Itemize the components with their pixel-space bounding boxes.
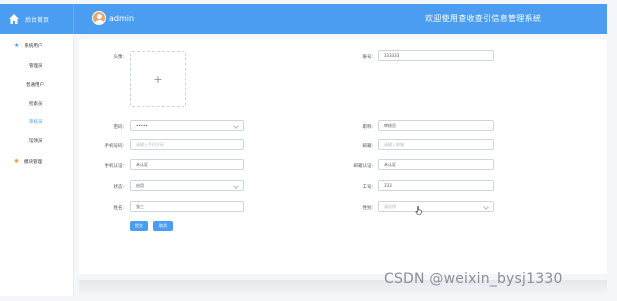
sidebar-group-system-users[interactable]: ★ 系统用户 <box>14 42 42 49</box>
home-icon <box>9 14 19 24</box>
email-input[interactable]: 请输入邮箱 <box>378 139 494 150</box>
name-label: 姓名: <box>113 206 124 211</box>
account-label: 账号: <box>362 55 373 60</box>
sidebar-group-label: 系统用户 <box>24 43 43 49</box>
workno-label: 工号: <box>362 185 373 190</box>
role-input[interactable]: 审核员 <box>378 120 494 131</box>
gender-select[interactable]: 请选择 <box>378 201 494 212</box>
avatar-label: 头像: <box>113 55 124 60</box>
phone-input[interactable]: 请输入手机号码 <box>130 139 244 150</box>
email-verify-label: 邮箱认证: <box>353 164 373 169</box>
sidebar-item-normal-user[interactable]: 普通用户 <box>26 82 44 88</box>
hand-cursor-icon <box>415 206 422 215</box>
sidebar-group-modules[interactable]: ✹ 模块管理 <box>14 158 42 165</box>
phone-verify-label: 手机认证: <box>104 164 124 169</box>
watermark: CSDN @weixin_bysj1330 <box>384 271 563 287</box>
sidebar-item-searcher[interactable]: 检索员 <box>29 101 43 107</box>
email-verify-input[interactable]: 未认证 <box>378 159 494 170</box>
name-input[interactable]: 张三 <box>130 201 244 212</box>
email-label: 邮箱: <box>362 144 373 149</box>
username: admin <box>109 13 135 23</box>
sidebar-item-label: 普通用户 <box>26 83 44 88</box>
user-menu[interactable]: admin <box>92 11 134 25</box>
avatar-uploader[interactable]: + <box>130 51 186 107</box>
status-select[interactable]: 启用 <box>130 180 244 191</box>
sidebar-item-admin[interactable]: 管理员 <box>29 63 43 69</box>
star-icon: ★ <box>14 42 20 49</box>
sidebar-item-reviewer[interactable]: 审核员 <box>29 119 43 125</box>
phone-verify-input[interactable]: 未认证 <box>130 159 244 170</box>
account-input[interactable]: 333333 <box>378 50 494 61</box>
gender-label: 性别: <box>362 206 373 211</box>
password-label: 密码: <box>113 125 124 130</box>
plus-icon: + <box>153 72 163 86</box>
avatar <box>92 11 106 25</box>
sidebar: ★ 系统用户 管理员 普通用户 检索员 审核员 馆领员 ✹ 模块管理 <box>0 34 74 296</box>
submit-button[interactable]: 提交 <box>130 221 148 231</box>
system-title: 欢迎使用查收查引信息管理系统 <box>425 14 542 23</box>
app-window: 后台首页 admin 欢迎使用查收查引信息管理系统 ★ 系统用户 管理员 普通用… <box>0 0 617 301</box>
home-link[interactable]: 后台首页 <box>0 4 74 34</box>
workno-input[interactable]: 333 <box>378 180 494 191</box>
home-label: 后台首页 <box>25 16 50 24</box>
sidebar-group-label: 模块管理 <box>24 159 43 165</box>
cancel-button[interactable]: 取消 <box>153 221 173 231</box>
role-label: 职称: <box>362 125 373 130</box>
status-label: 状态: <box>113 185 124 190</box>
top-header: 后台首页 admin 欢迎使用查收查引信息管理系统 <box>0 4 607 34</box>
sidebar-item-library-staff[interactable]: 馆领员 <box>29 138 43 144</box>
sidebar-item-label: 馆领员 <box>29 139 43 144</box>
sidebar-item-label: 审核员 <box>29 120 43 125</box>
phone-label: 手机号码: <box>104 144 124 149</box>
sidebar-item-label: 检索员 <box>29 102 43 107</box>
gear-icon: ✹ <box>14 158 20 165</box>
password-input[interactable]: ••••• <box>130 120 244 131</box>
sidebar-item-label: 管理员 <box>29 64 43 69</box>
